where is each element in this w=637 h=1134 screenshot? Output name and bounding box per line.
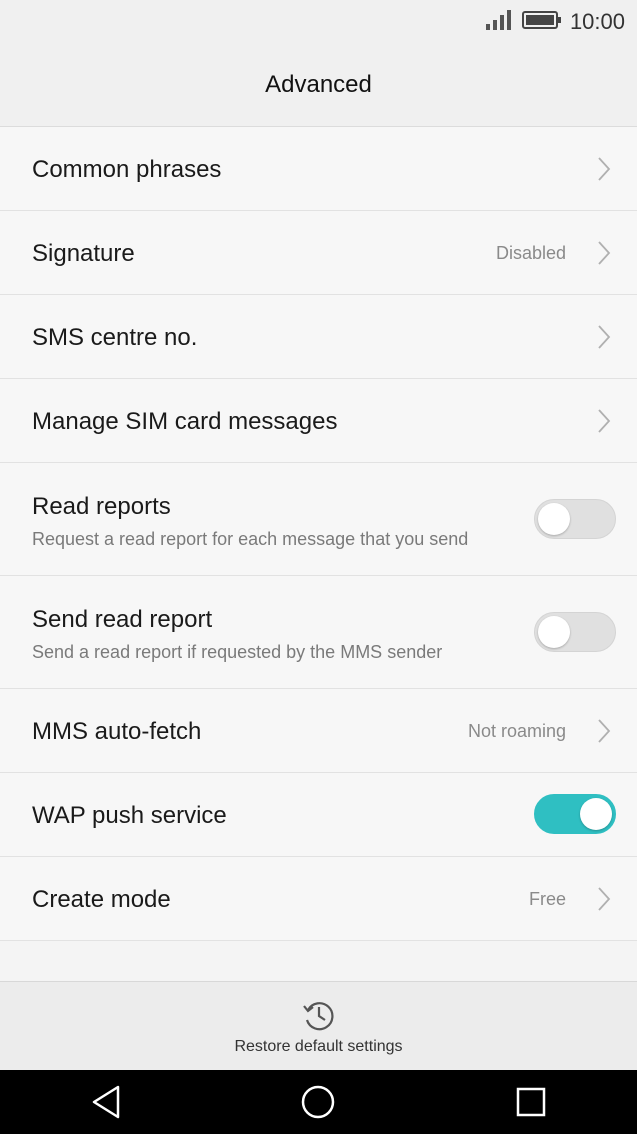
setting-mms-auto-fetch[interactable]: MMS auto-fetch Not roaming: [0, 689, 637, 773]
setting-title: Create mode: [32, 886, 171, 913]
chevron-right-icon: [598, 157, 611, 181]
setting-title: Send read report: [32, 606, 213, 633]
toggle-knob: [538, 503, 570, 535]
status-bar: 10:00: [0, 0, 637, 44]
setting-value: Disabled: [495, 243, 566, 263]
recents-square-icon: [516, 1087, 546, 1117]
setting-signature[interactable]: Signature Disabled: [0, 211, 637, 295]
setting-send-read-report[interactable]: Send read report Send a read report if r…: [0, 576, 637, 689]
setting-title: MMS auto-fetch: [32, 718, 202, 745]
back-button[interactable]: [36, 1070, 176, 1134]
chevron-right-icon: [598, 325, 611, 349]
navigation-bar: [0, 1070, 637, 1134]
chevron-right-icon: [598, 719, 611, 743]
setting-create-mode[interactable]: Create mode Free: [0, 857, 637, 941]
setting-title: Read reports: [32, 493, 171, 520]
setting-value: Not roaming: [467, 721, 566, 741]
chevron-right-icon: [598, 409, 611, 433]
back-triangle-icon: [92, 1085, 120, 1119]
restore-label: Restore default settings: [234, 1038, 403, 1055]
setting-title: Manage SIM card messages: [32, 408, 338, 435]
setting-title: Signature: [32, 240, 135, 267]
restore-default-button[interactable]: Restore default settings: [0, 981, 637, 1070]
signal-icon: [485, 9, 514, 36]
setting-read-reports[interactable]: Read reports Request a read report for e…: [0, 463, 637, 576]
chevron-right-icon: [598, 241, 611, 265]
setting-title: SMS centre no.: [32, 324, 198, 351]
status-time: 10:00: [569, 9, 625, 34]
restore-history-icon: [302, 1002, 333, 1031]
setting-manage-sim[interactable]: Manage SIM card messages: [0, 379, 637, 463]
home-button[interactable]: [248, 1070, 388, 1134]
wap-push-toggle[interactable]: [534, 794, 616, 834]
toggle-knob: [580, 798, 612, 830]
page-title: Advanced: [265, 71, 372, 98]
chevron-right-icon: [598, 887, 611, 911]
read-reports-toggle[interactable]: [534, 499, 616, 539]
setting-title: Common phrases: [32, 156, 222, 183]
setting-wap-push[interactable]: WAP push service: [0, 773, 637, 857]
setting-subtitle: Send a read report if requested by the M…: [32, 642, 443, 662]
setting-value: Free: [528, 889, 566, 909]
send-read-report-toggle[interactable]: [534, 612, 616, 652]
setting-subtitle: Request a read report for each message t…: [32, 529, 469, 549]
toggle-knob: [538, 616, 570, 648]
app-header: Advanced: [0, 44, 637, 127]
battery-icon: [521, 9, 562, 36]
settings-list: Common phrases Signature Disabled SMS ce…: [0, 127, 637, 941]
home-circle-icon: [302, 1085, 335, 1119]
recents-button[interactable]: [461, 1070, 601, 1134]
setting-title: WAP push service: [32, 802, 227, 829]
setting-common-phrases[interactable]: Common phrases: [0, 127, 637, 211]
setting-sms-centre[interactable]: SMS centre no.: [0, 295, 637, 379]
